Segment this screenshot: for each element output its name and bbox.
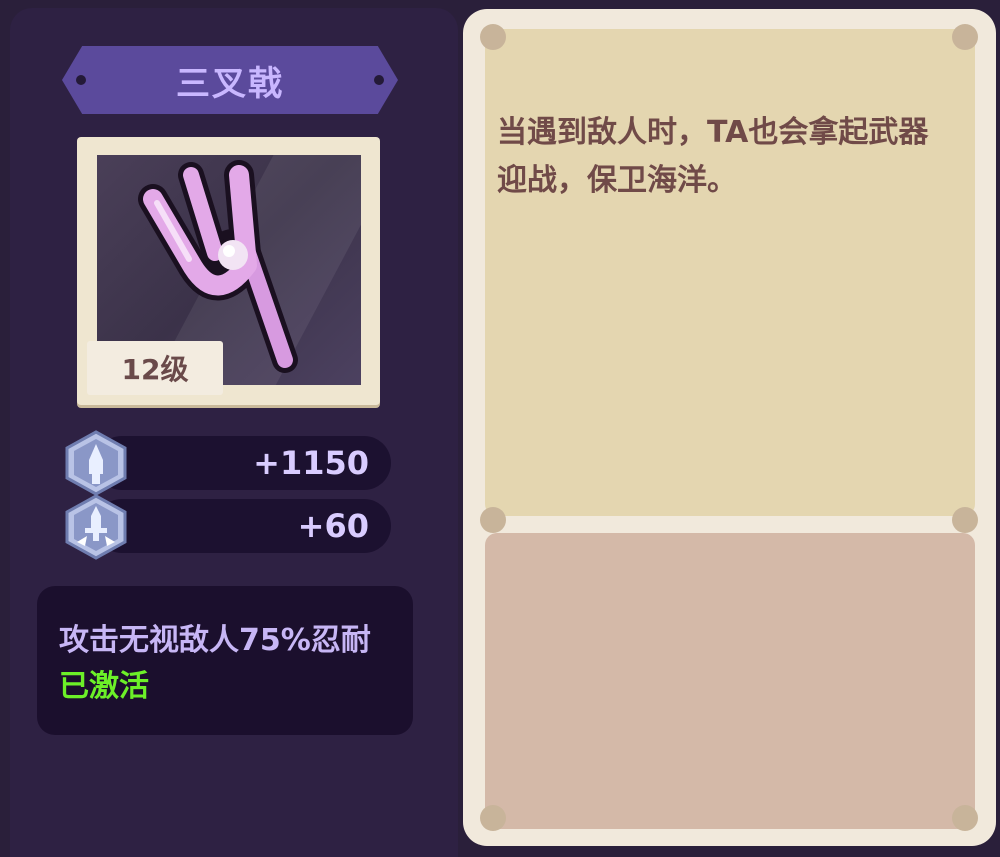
- lower-info-box: [485, 533, 975, 829]
- attack-stat-value: +1150: [253, 444, 369, 482]
- rivet: [952, 805, 978, 831]
- item-name-banner: 三叉戟: [62, 46, 398, 114]
- banner-dot-right: [374, 75, 384, 85]
- item-description: 当遇到敌人时，TA也会拿起武器迎战，保卫海洋。: [497, 115, 929, 198]
- rivet: [480, 24, 506, 50]
- attack-sword-icon: [65, 430, 127, 496]
- effect-description: 攻击无视敌人75%忍耐 已激活: [59, 618, 379, 710]
- item-level-badge: 12级: [87, 341, 223, 395]
- effect-status: 已激活: [59, 669, 149, 704]
- rivet: [952, 24, 978, 50]
- item-name: 三叉戟: [176, 63, 284, 104]
- item-image-frame[interactable]: 12级: [77, 137, 380, 405]
- special-effect-box: 攻击无视敌人75%忍耐 已激活: [37, 586, 413, 735]
- effect-text: 攻击无视敌人75%忍耐: [59, 623, 371, 658]
- pierce-stat-value: +60: [297, 507, 369, 545]
- rivet: [480, 507, 506, 533]
- pierce-sword-icon: [65, 494, 127, 560]
- pierce-stat-row: +60: [95, 499, 391, 553]
- rivet: [480, 805, 506, 831]
- description-box: 当遇到敌人时，TA也会拿起武器迎战，保卫海洋。: [485, 29, 975, 516]
- attack-stat-row: +1150: [95, 436, 391, 490]
- rivet: [952, 507, 978, 533]
- description-panel: 当遇到敌人时，TA也会拿起武器迎战，保卫海洋。: [463, 9, 996, 846]
- banner-dot-left: [76, 75, 86, 85]
